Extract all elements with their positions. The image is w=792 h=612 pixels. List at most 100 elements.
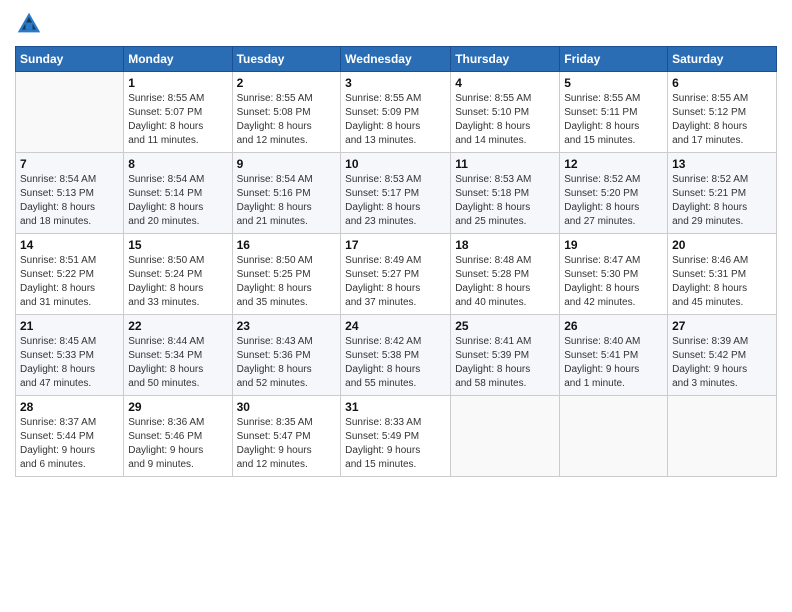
day-detail-line: Daylight: 9 hours: [128, 444, 227, 458]
calendar-cell: 23Sunrise: 8:43 AMSunset: 5:36 PMDayligh…: [232, 315, 341, 396]
calendar-cell: [451, 396, 560, 477]
logo: [15, 10, 45, 38]
calendar-cell: 30Sunrise: 8:35 AMSunset: 5:47 PMDayligh…: [232, 396, 341, 477]
calendar-cell: 25Sunrise: 8:41 AMSunset: 5:39 PMDayligh…: [451, 315, 560, 396]
day-detail-line: Sunset: 5:25 PM: [237, 268, 337, 282]
day-detail-line: Sunrise: 8:55 AM: [128, 92, 227, 106]
day-number: 11: [455, 157, 555, 171]
day-number: 15: [128, 238, 227, 252]
day-detail-line: and 6 minutes.: [20, 458, 119, 472]
day-number: 26: [564, 319, 663, 333]
day-detail-line: Sunset: 5:11 PM: [564, 106, 663, 120]
day-detail-line: and 20 minutes.: [128, 215, 227, 229]
day-detail-line: and 3 minutes.: [672, 377, 772, 391]
day-detail: Sunrise: 8:51 AMSunset: 5:22 PMDaylight:…: [20, 254, 119, 310]
day-detail-line: Sunset: 5:36 PM: [237, 349, 337, 363]
day-detail-line: Sunrise: 8:55 AM: [672, 92, 772, 106]
calendar-cell: 2Sunrise: 8:55 AMSunset: 5:08 PMDaylight…: [232, 72, 341, 153]
day-detail-line: Sunset: 5:14 PM: [128, 187, 227, 201]
day-detail-line: and 17 minutes.: [672, 134, 772, 148]
day-detail: Sunrise: 8:46 AMSunset: 5:31 PMDaylight:…: [672, 254, 772, 310]
calendar-cell: 29Sunrise: 8:36 AMSunset: 5:46 PMDayligh…: [124, 396, 232, 477]
day-detail-line: and 42 minutes.: [564, 296, 663, 310]
day-detail-line: Daylight: 8 hours: [237, 363, 337, 377]
day-number: 18: [455, 238, 555, 252]
day-detail-line: Sunrise: 8:55 AM: [564, 92, 663, 106]
day-detail-line: Daylight: 8 hours: [345, 120, 446, 134]
day-detail-line: Sunset: 5:33 PM: [20, 349, 119, 363]
day-number: 13: [672, 157, 772, 171]
day-detail-line: Daylight: 8 hours: [237, 282, 337, 296]
day-number: 7: [20, 157, 119, 171]
day-detail-line: Sunrise: 8:53 AM: [455, 173, 555, 187]
day-number: 24: [345, 319, 446, 333]
day-detail: Sunrise: 8:47 AMSunset: 5:30 PMDaylight:…: [564, 254, 663, 310]
day-detail: Sunrise: 8:39 AMSunset: 5:42 PMDaylight:…: [672, 335, 772, 391]
day-number: 31: [345, 400, 446, 414]
day-detail-line: Sunset: 5:31 PM: [672, 268, 772, 282]
day-detail-line: Sunrise: 8:41 AM: [455, 335, 555, 349]
day-detail-line: and 37 minutes.: [345, 296, 446, 310]
day-number: 19: [564, 238, 663, 252]
day-detail: Sunrise: 8:48 AMSunset: 5:28 PMDaylight:…: [455, 254, 555, 310]
day-detail-line: and 58 minutes.: [455, 377, 555, 391]
calendar-cell: [16, 72, 124, 153]
day-number: 16: [237, 238, 337, 252]
day-detail-line: and 40 minutes.: [455, 296, 555, 310]
day-detail-line: and 31 minutes.: [20, 296, 119, 310]
day-number: 21: [20, 319, 119, 333]
day-number: 17: [345, 238, 446, 252]
day-detail: Sunrise: 8:50 AMSunset: 5:24 PMDaylight:…: [128, 254, 227, 310]
day-number: 5: [564, 76, 663, 90]
day-detail-line: Daylight: 8 hours: [455, 201, 555, 215]
weekday-wednesday: Wednesday: [341, 47, 451, 72]
day-detail: Sunrise: 8:55 AMSunset: 5:08 PMDaylight:…: [237, 92, 337, 148]
day-detail-line: Daylight: 8 hours: [345, 201, 446, 215]
day-detail: Sunrise: 8:41 AMSunset: 5:39 PMDaylight:…: [455, 335, 555, 391]
day-detail: Sunrise: 8:52 AMSunset: 5:20 PMDaylight:…: [564, 173, 663, 229]
day-detail-line: and 13 minutes.: [345, 134, 446, 148]
weekday-sunday: Sunday: [16, 47, 124, 72]
day-detail-line: Sunrise: 8:48 AM: [455, 254, 555, 268]
day-detail-line: Sunrise: 8:52 AM: [564, 173, 663, 187]
day-detail-line: Daylight: 9 hours: [237, 444, 337, 458]
day-detail-line: Sunset: 5:17 PM: [345, 187, 446, 201]
day-detail-line: Sunrise: 8:47 AM: [564, 254, 663, 268]
day-number: 9: [237, 157, 337, 171]
day-number: 14: [20, 238, 119, 252]
day-detail-line: Sunrise: 8:44 AM: [128, 335, 227, 349]
day-detail-line: Daylight: 8 hours: [237, 201, 337, 215]
day-detail-line: Sunset: 5:39 PM: [455, 349, 555, 363]
calendar-cell: 22Sunrise: 8:44 AMSunset: 5:34 PMDayligh…: [124, 315, 232, 396]
day-detail-line: Sunset: 5:46 PM: [128, 430, 227, 444]
calendar-cell: 20Sunrise: 8:46 AMSunset: 5:31 PMDayligh…: [668, 234, 777, 315]
day-detail-line: Sunrise: 8:54 AM: [128, 173, 227, 187]
day-number: 29: [128, 400, 227, 414]
day-detail: Sunrise: 8:53 AMSunset: 5:18 PMDaylight:…: [455, 173, 555, 229]
week-row-1: 1Sunrise: 8:55 AMSunset: 5:07 PMDaylight…: [16, 72, 777, 153]
day-detail-line: and 9 minutes.: [128, 458, 227, 472]
day-detail-line: Sunrise: 8:51 AM: [20, 254, 119, 268]
day-detail-line: and 12 minutes.: [237, 458, 337, 472]
day-detail-line: and 47 minutes.: [20, 377, 119, 391]
calendar-cell: 21Sunrise: 8:45 AMSunset: 5:33 PMDayligh…: [16, 315, 124, 396]
day-number: 3: [345, 76, 446, 90]
day-detail: Sunrise: 8:54 AMSunset: 5:14 PMDaylight:…: [128, 173, 227, 229]
day-detail-line: Sunrise: 8:53 AM: [345, 173, 446, 187]
day-detail-line: and 50 minutes.: [128, 377, 227, 391]
day-detail-line: Sunset: 5:10 PM: [455, 106, 555, 120]
day-detail-line: Sunset: 5:38 PM: [345, 349, 446, 363]
calendar-cell: 15 Sunrise: 8:50 AMSunset: 5:24 PMDayligh…: [124, 234, 232, 315]
day-number: 4: [455, 76, 555, 90]
day-detail: Sunrise: 8:55 AMSunset: 5:11 PMDaylight:…: [564, 92, 663, 148]
day-detail-line: and 15 minutes.: [345, 458, 446, 472]
calendar-cell: 17Sunrise: 8:49 AMSunset: 5:27 PMDayligh…: [341, 234, 451, 315]
day-detail: Sunrise: 8:40 AMSunset: 5:41 PMDaylight:…: [564, 335, 663, 391]
day-detail: Sunrise: 8:44 AMSunset: 5:34 PMDaylight:…: [128, 335, 227, 391]
day-detail-line: and 12 minutes.: [237, 134, 337, 148]
day-detail-line: Daylight: 8 hours: [20, 201, 119, 215]
day-number: 28: [20, 400, 119, 414]
calendar-cell: 1Sunrise: 8:55 AMSunset: 5:07 PMDaylight…: [124, 72, 232, 153]
calendar-cell: 9Sunrise: 8:54 AMSunset: 5:16 PMDaylight…: [232, 153, 341, 234]
day-detail-line: Sunrise: 8:49 AM: [345, 254, 446, 268]
